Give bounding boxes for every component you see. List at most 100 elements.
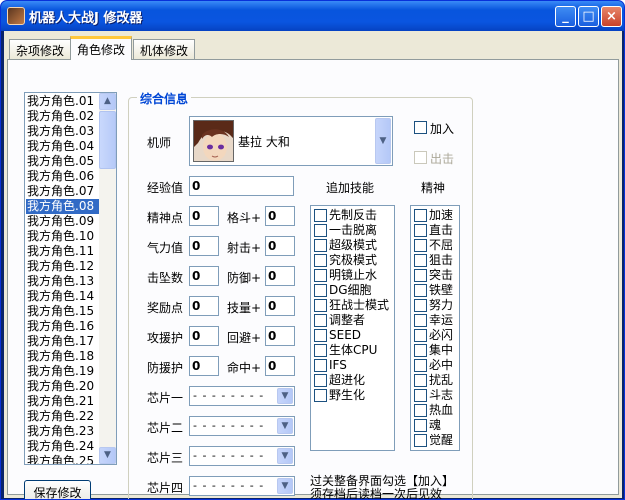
character-list-item[interactable]: 我方角色.01 — [26, 94, 99, 109]
kills-input[interactable]: 0 — [189, 266, 219, 286]
checkbox[interactable] — [314, 374, 327, 387]
scroll-down-icon[interactable]: ▼ — [99, 447, 116, 464]
checkbox[interactable] — [314, 254, 327, 267]
checkbox[interactable] — [414, 299, 427, 312]
spirit-checkbox-item-label: 热血 — [429, 403, 454, 417]
chip-4-select[interactable]: - - - - - - - - ▼ — [189, 476, 295, 496]
checkbox[interactable] — [314, 344, 327, 357]
tab-misc[interactable]: 杂项修改 — [9, 39, 72, 59]
checkbox[interactable] — [414, 374, 427, 387]
checkbox[interactable] — [414, 359, 427, 372]
character-list[interactable]: 我方角色.01 我方角色.02 我方角色.03 我方角色.04 我方角色.05 我方角色.… — [24, 92, 117, 465]
shoot-input[interactable]: 0 — [265, 236, 295, 256]
checkbox[interactable] — [414, 329, 427, 342]
character-list-item[interactable]: 我方角色.24 — [26, 439, 99, 454]
scroll-up-icon[interactable]: ▲ — [99, 93, 116, 110]
character-list-item[interactable]: 我方角色.07 — [26, 184, 99, 199]
checkbox[interactable] — [414, 224, 427, 237]
checkbox[interactable] — [314, 314, 327, 327]
character-list-item[interactable]: 我方角色.14 — [26, 289, 99, 304]
character-list-item[interactable]: 我方角色.19 — [26, 364, 99, 379]
chip-3-select[interactable]: - - - - - - - - ▼ — [189, 446, 295, 466]
tab-character[interactable]: 角色修改 — [70, 36, 133, 60]
checkbox[interactable] — [314, 239, 327, 252]
close-button[interactable]: × — [601, 6, 622, 27]
chevron-down-icon[interactable]: ▼ — [277, 478, 293, 494]
character-list-item[interactable]: 我方角色.12 — [26, 259, 99, 274]
chip-1-select[interactable]: - - - - - - - - ▼ — [189, 386, 295, 406]
chip-value: - - - - - - - - — [193, 419, 265, 432]
stat-label: 攻援护 — [147, 331, 184, 345]
checkbox[interactable] — [414, 314, 427, 327]
character-list-item[interactable]: 我方角色.05 — [26, 154, 99, 169]
skill-input[interactable]: 0 — [265, 296, 295, 316]
scroll-thumb[interactable] — [99, 111, 116, 169]
checkbox[interactable] — [414, 239, 427, 252]
checkbox[interactable] — [314, 329, 327, 342]
chevron-down-icon[interactable]: ▼ — [277, 418, 293, 434]
checkbox[interactable] — [414, 434, 427, 447]
chip-label: 芯片四 — [147, 481, 184, 495]
character-list-item[interactable]: 我方角色.21 — [26, 394, 99, 409]
leave-checkbox[interactable] — [414, 151, 427, 164]
maximize-button[interactable]: □ — [578, 6, 599, 27]
atk-support-input[interactable]: 0 — [189, 326, 219, 346]
character-list-item[interactable]: 我方角色.04 — [26, 139, 99, 154]
list-scrollbar[interactable]: ▲ ▼ — [99, 93, 116, 464]
checkbox[interactable] — [414, 284, 427, 297]
character-list-item[interactable]: 我方角色.17 — [26, 334, 99, 349]
character-list-item[interactable]: 我方角色.15 — [26, 304, 99, 319]
character-list-item[interactable]: 我方角色.22 — [26, 409, 99, 424]
checkbox[interactable] — [314, 209, 327, 222]
chip-value: - - - - - - - - — [193, 389, 265, 402]
character-list-item[interactable]: 我方角色.20 — [26, 379, 99, 394]
character-list-item[interactable]: 我方角色.08 — [26, 199, 99, 214]
checkbox[interactable] — [314, 284, 327, 297]
character-list-item[interactable]: 我方角色.25 — [26, 454, 99, 464]
checkbox[interactable] — [314, 299, 327, 312]
hit-input[interactable]: 0 — [265, 356, 295, 376]
character-list-item[interactable]: 我方角色.09 — [26, 214, 99, 229]
character-list-item[interactable]: 我方角色.18 — [26, 349, 99, 364]
checkbox[interactable] — [314, 389, 327, 402]
character-list-item[interactable]: 我方角色.06 — [26, 169, 99, 184]
bonus-input[interactable]: 0 — [189, 296, 219, 316]
character-list-item[interactable]: 我方角色.02 — [26, 109, 99, 124]
exp-input[interactable]: 0 — [189, 176, 294, 196]
character-list-item[interactable]: 我方角色.23 — [26, 424, 99, 439]
join-checkbox[interactable] — [414, 121, 427, 134]
chip-label: 芯片一 — [147, 391, 184, 405]
melee-input[interactable]: 0 — [265, 206, 295, 226]
sp-input[interactable]: 0 — [189, 206, 219, 226]
title-bar[interactable]: 机器人大战J 修改器 _ □ × — [1, 1, 624, 31]
checkbox[interactable] — [414, 419, 427, 432]
checkbox[interactable] — [414, 344, 427, 357]
chip-2-select[interactable]: - - - - - - - - ▼ — [189, 416, 295, 436]
def-support-input[interactable]: 0 — [189, 356, 219, 376]
checkbox[interactable] — [314, 269, 327, 282]
character-list-item[interactable]: 我方角色.13 — [26, 274, 99, 289]
pilot-select[interactable]: 基拉 大和 ▼ — [189, 116, 393, 166]
checkbox[interactable] — [414, 209, 427, 222]
checkbox[interactable] — [414, 404, 427, 417]
save-button[interactable]: 保存修改 — [24, 480, 91, 499]
defense-input[interactable]: 0 — [265, 266, 295, 286]
checkbox[interactable] — [414, 254, 427, 267]
tab-mech[interactable]: 机体修改 — [133, 39, 196, 59]
stat-label: 技量+ — [227, 301, 262, 315]
evade-input[interactable]: 0 — [265, 326, 295, 346]
skill-checkbox-item-label: IFS — [329, 358, 347, 372]
will-input[interactable]: 0 — [189, 236, 219, 256]
minimize-button[interactable]: _ — [555, 6, 576, 27]
checkbox[interactable] — [314, 224, 327, 237]
pilot-dropdown-icon[interactable]: ▼ — [375, 118, 391, 164]
chevron-down-icon[interactable]: ▼ — [277, 448, 293, 464]
checkbox[interactable] — [414, 389, 427, 402]
character-list-item[interactable]: 我方角色.16 — [26, 319, 99, 334]
checkbox[interactable] — [414, 269, 427, 282]
character-list-item[interactable]: 我方角色.11 — [26, 244, 99, 259]
chevron-down-icon[interactable]: ▼ — [277, 388, 293, 404]
checkbox[interactable] — [314, 359, 327, 372]
character-list-item[interactable]: 我方角色.10 — [26, 229, 99, 244]
character-list-item[interactable]: 我方角色.03 — [26, 124, 99, 139]
